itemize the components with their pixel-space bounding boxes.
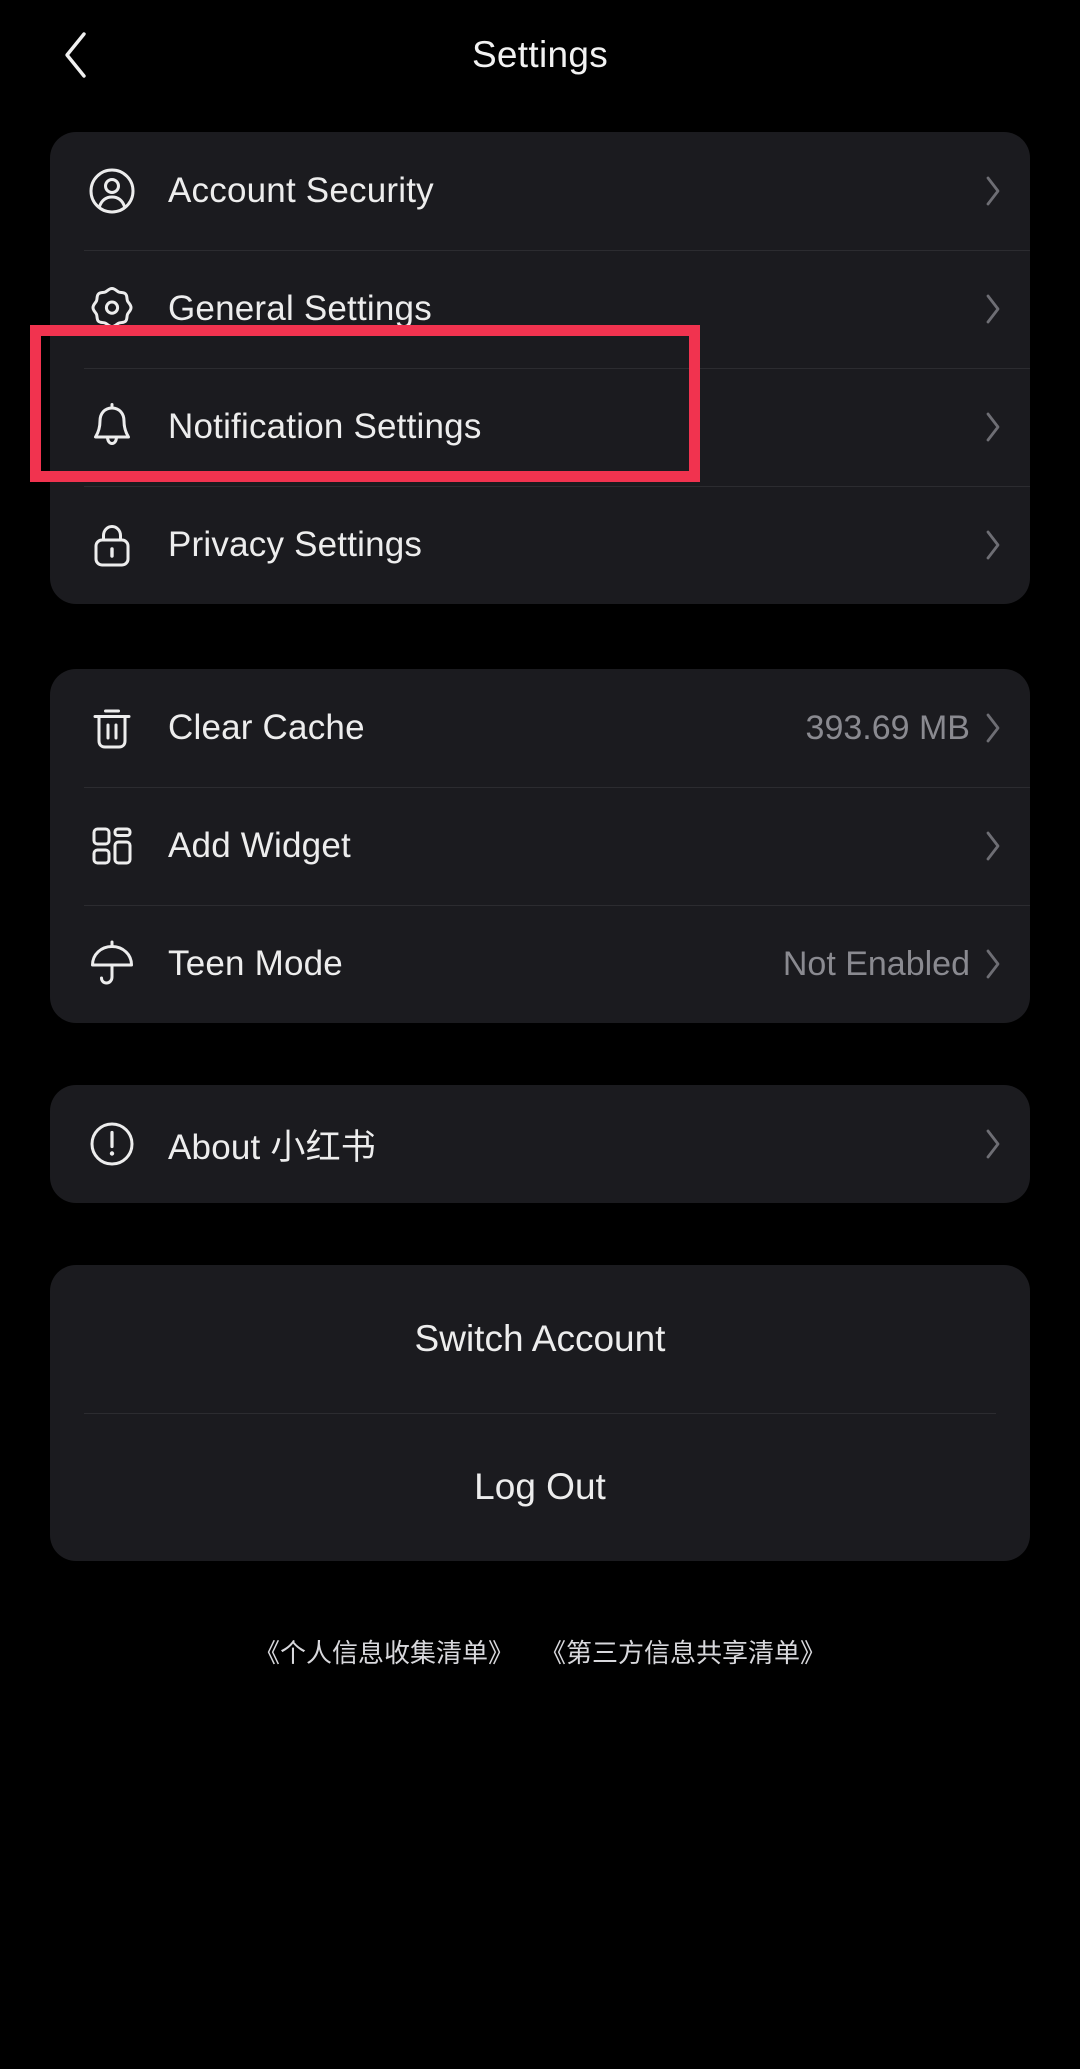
chevron-right-icon [984,175,1002,207]
row-label: Teen Mode [168,944,343,983]
account-actions-card: Switch Account Log Out [50,1265,1030,1561]
page-header: Settings [0,0,1080,110]
sidebar-item-teen-mode[interactable]: Teen Mode Not Enabled [50,905,1030,1023]
row-divider [84,368,1030,369]
sidebar-item-about[interactable]: About 小红书 [50,1085,1030,1203]
lock-icon [84,517,140,573]
row-divider [84,486,1030,487]
chevron-right-icon [984,293,1002,325]
settings-screen: Settings Account Security General Settin… [0,0,1080,2069]
chevron-right-icon [984,1128,1002,1160]
row-label: General Settings [168,289,432,328]
back-button[interactable] [40,20,110,90]
widget-grid-icon [84,818,140,874]
chevron-right-icon [984,712,1002,744]
row-divider [84,250,1030,251]
settings-group-card: Account Security General Settings Notifi… [50,132,1030,604]
sidebar-item-privacy-settings[interactable]: Privacy Settings [50,486,1030,604]
about-group-card: About 小红书 [50,1085,1030,1203]
tools-group-card: Clear Cache 393.69 MB Add Widget Teen Mo… [50,669,1030,1023]
page-title: Settings [471,34,609,75]
row-label: Privacy Settings [168,525,423,564]
sidebar-item-add-widget[interactable]: Add Widget [50,787,1030,905]
chevron-right-icon [984,529,1002,561]
row-divider [84,787,1030,788]
row-label: Clear Cache [168,708,365,747]
row-divider [84,905,1030,906]
chevron-right-icon [984,830,1002,862]
teen-mode-status: Not Enabled [782,944,970,983]
cache-size-value: 393.69 MB [805,708,970,747]
sidebar-item-notification-settings[interactable]: Notification Settings [50,368,1030,486]
umbrella-icon [84,936,140,992]
row-label: Add Widget [168,826,351,865]
log-out-label: Log Out [474,1466,606,1507]
trash-icon [84,700,140,756]
switch-account-label: Switch Account [414,1318,666,1359]
exclamation-circle-icon [84,1116,140,1172]
row-label: Notification Settings [168,407,482,446]
chevron-left-icon [60,30,90,80]
log-out-button[interactable]: Log Out [50,1413,1030,1561]
chevron-right-icon [984,411,1002,443]
switch-account-button[interactable]: Switch Account [50,1265,1030,1413]
account-circle-icon [84,163,140,219]
sidebar-item-account-security[interactable]: Account Security [50,132,1030,250]
sidebar-item-clear-cache[interactable]: Clear Cache 393.69 MB [50,669,1030,787]
personal-info-collection-link[interactable]: 《个人信息收集清单》 [254,1633,514,1670]
sidebar-item-general-settings[interactable]: General Settings [50,250,1030,368]
chevron-right-icon [984,948,1002,980]
row-label: About 小红书 [168,1127,376,1167]
row-label: Account Security [168,171,434,210]
third-party-info-sharing-link[interactable]: 《第三方信息共享清单》 [540,1633,826,1670]
row-divider [84,1413,996,1414]
bell-icon [84,399,140,455]
gear-icon [84,281,140,337]
footer-links: 《个人信息收集清单》 《第三方信息共享清单》 [0,1633,1080,1670]
